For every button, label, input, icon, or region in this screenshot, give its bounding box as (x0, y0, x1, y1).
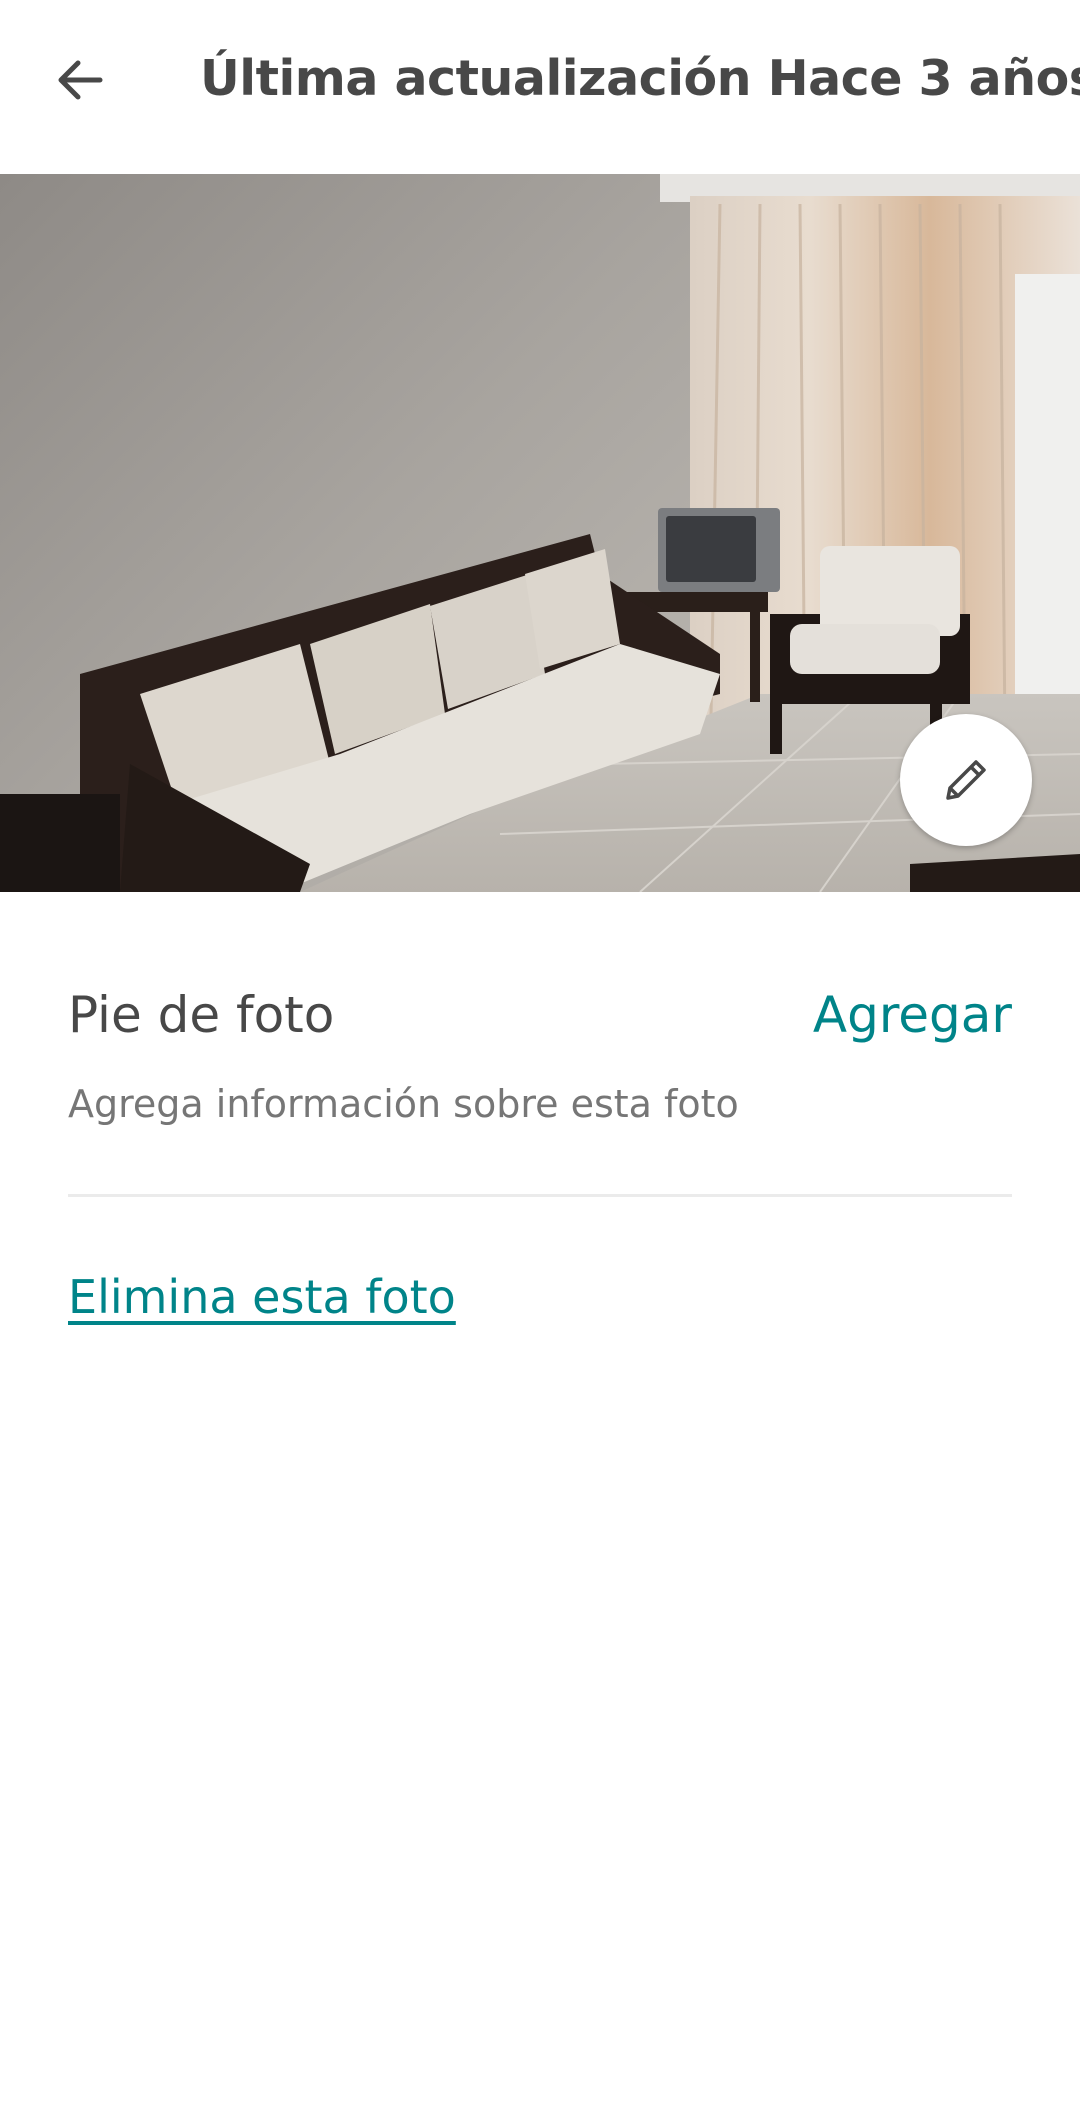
caption-help-text: Agrega información sobre esta foto (68, 1082, 739, 1126)
back-button[interactable] (40, 40, 120, 120)
pencil-icon (946, 760, 986, 800)
page-title: Última actualización Hace 3 años (200, 50, 1080, 107)
caption-row: Pie de foto Agregar (68, 960, 1012, 1070)
add-caption-button[interactable]: Agregar (813, 986, 1012, 1044)
top-app-bar: Última actualización Hace 3 años (0, 0, 1080, 174)
caption-label: Pie de foto (68, 986, 335, 1044)
listing-photo (0, 174, 1080, 892)
arrow-left-icon (58, 60, 103, 100)
divider (68, 1194, 1012, 1197)
delete-photo-link[interactable]: Elimina esta foto (68, 1262, 456, 1332)
caption-section: Pie de foto Agregar Agrega información s… (68, 960, 1012, 1134)
edit-photo-button[interactable] (900, 714, 1032, 846)
